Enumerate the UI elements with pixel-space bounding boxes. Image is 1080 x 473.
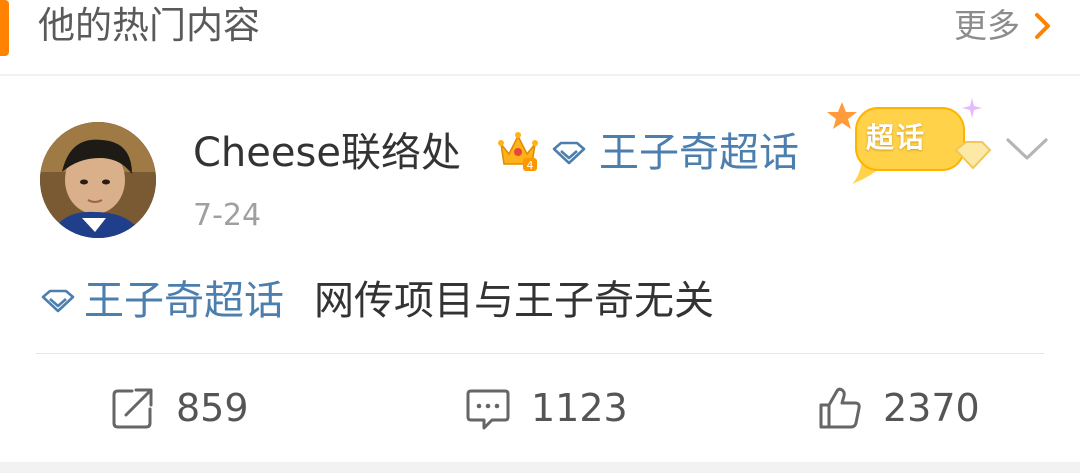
post-topic-link[interactable]: 王子奇超话 — [40, 276, 284, 326]
topic-link[interactable]: 王子奇超话 — [551, 128, 799, 178]
author-name[interactable]: Cheese联络处 — [193, 128, 461, 178]
like-count: 2370 — [883, 386, 980, 430]
thumbs-up-icon — [819, 387, 861, 429]
post-text: 网传项目与王子奇无关 — [314, 278, 714, 324]
repost-icon — [112, 388, 153, 429]
repost-button[interactable]: 859 — [110, 384, 249, 432]
like-button[interactable]: 2370 — [817, 384, 980, 432]
more-label: 更多 — [954, 6, 1020, 45]
comment-button[interactable]: 1123 — [465, 384, 628, 432]
post-date: 7-24 — [193, 198, 262, 233]
chevron-right-icon — [1035, 13, 1050, 39]
post-topic-label: 王子奇超话 — [84, 278, 284, 324]
badge-label: 超话 — [866, 121, 927, 154]
post-body: 王子奇超话 网传项目与王子奇无关 — [40, 276, 714, 326]
super-topic-badge[interactable]: 超话 — [822, 98, 992, 218]
section-title: 他的热门内容 — [38, 4, 260, 47]
diamond-icon — [552, 141, 586, 165]
divider — [36, 353, 1044, 354]
section-header: 他的热门内容 更多 — [0, 0, 1080, 74]
crown-level-icon: 4 — [498, 132, 538, 172]
more-button[interactable]: 更多 — [954, 4, 1054, 48]
diamond-icon — [41, 289, 75, 313]
header-accent-bar — [0, 0, 9, 56]
svg-text:4: 4 — [527, 159, 534, 172]
chevron-down-icon[interactable] — [1004, 134, 1050, 164]
comment-count: 1123 — [531, 386, 628, 430]
comment-icon — [466, 389, 510, 430]
avatar[interactable] — [40, 122, 156, 238]
avatar-image — [40, 122, 156, 238]
post-card[interactable]: Cheese联络处 4 王子奇超话 超话 7-24 王子奇超话 网传项目与王子奇… — [0, 76, 1080, 462]
repost-count: 859 — [176, 386, 249, 430]
topic-link-label: 王子奇超话 — [599, 130, 799, 176]
